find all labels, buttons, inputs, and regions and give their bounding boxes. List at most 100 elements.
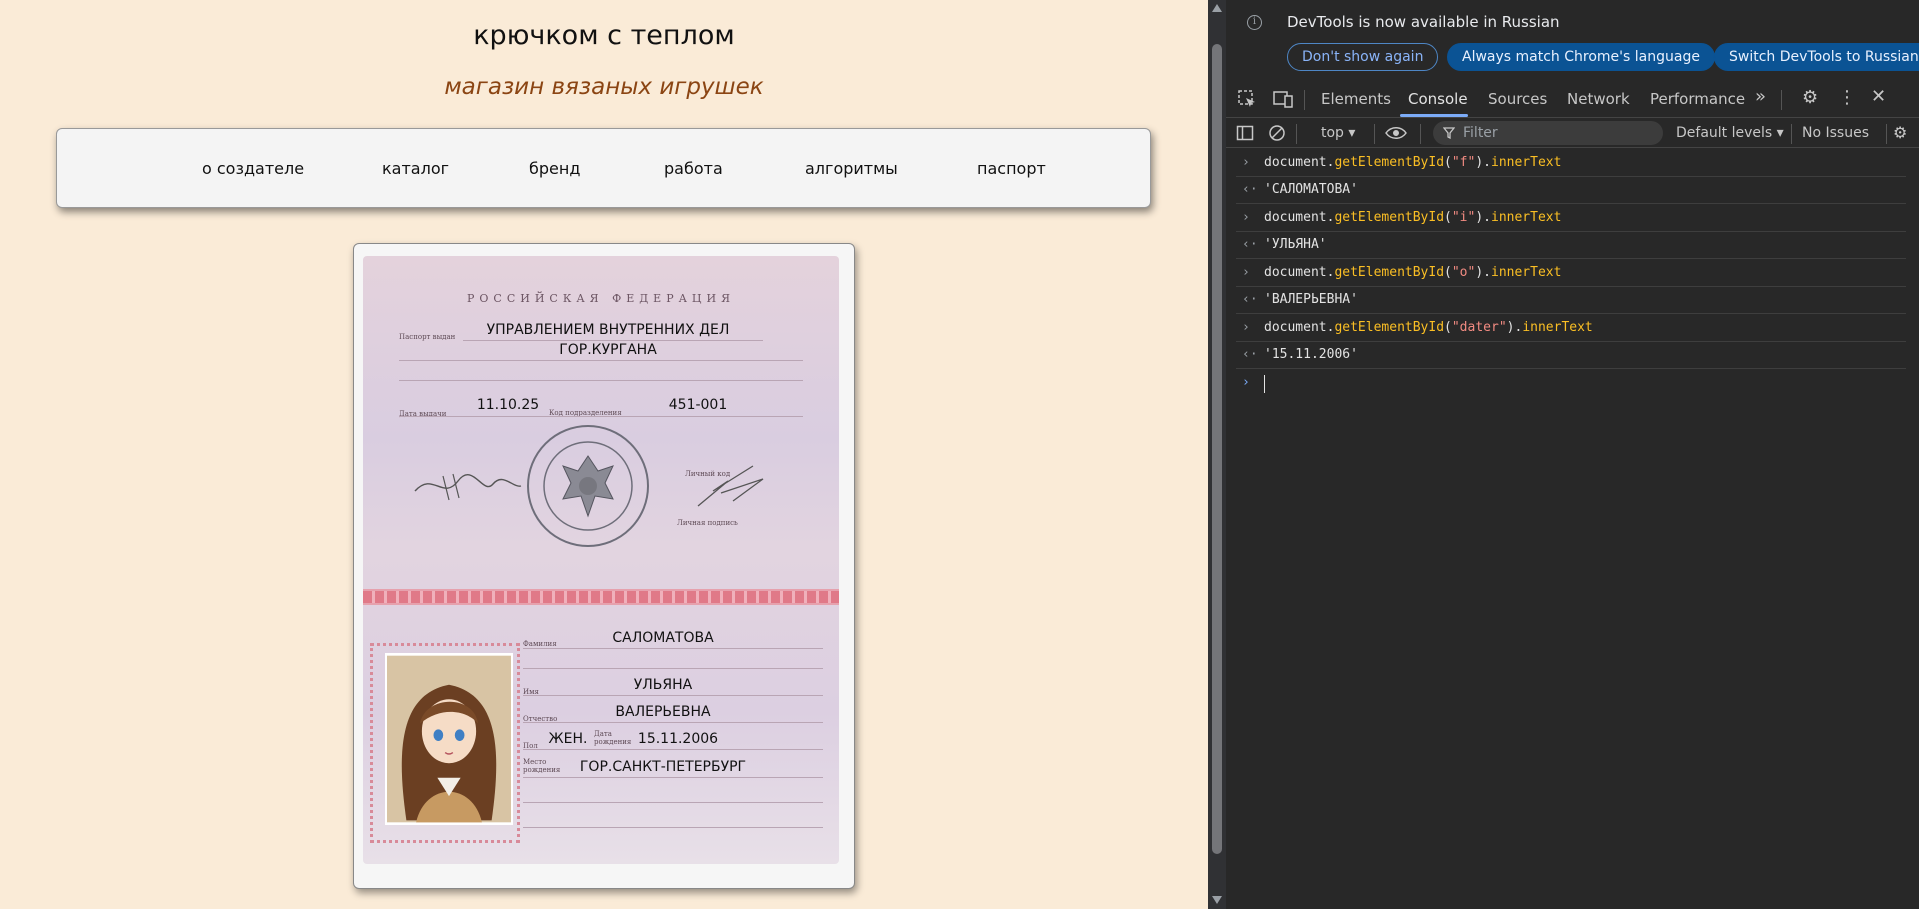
device-toolbar-icon[interactable]: [1272, 88, 1294, 110]
tab-network[interactable]: Network: [1567, 90, 1630, 108]
inspect-element-icon[interactable]: [1236, 88, 1258, 110]
passport-line: [523, 648, 823, 649]
passport-line: [523, 777, 823, 778]
surname-label: Фамилия: [523, 640, 557, 648]
sidebar-toggle-icon[interactable]: [1236, 124, 1254, 142]
console-input-row: › document.getElementById("i").innerText: [1236, 205, 1906, 232]
active-tab-indicator: [1400, 114, 1468, 117]
code-argument: "i": [1451, 210, 1476, 225]
clear-console-icon[interactable]: [1268, 124, 1286, 142]
close-devtools-icon[interactable]: ✕: [1871, 86, 1886, 107]
name-value: УЛЬЯНА: [633, 677, 693, 693]
issues-counter[interactable]: No Issues: [1802, 125, 1869, 141]
nav-item-about-creator[interactable]: о создателе: [202, 159, 304, 178]
scroll-up-arrow-icon[interactable]: [1212, 4, 1222, 12]
patronymic-value: ВАЛЕРЬЕВНА: [615, 704, 711, 720]
console-settings-icon[interactable]: ⚙: [1893, 123, 1907, 142]
tab-console[interactable]: Console: [1408, 90, 1468, 108]
passport-line: [463, 340, 763, 341]
code-property: innerText: [1491, 210, 1562, 225]
code-object: document: [1264, 320, 1327, 335]
devtools-panel: i DevTools is now available in Russian D…: [1226, 0, 1919, 909]
console-output-row: ‹· 'УЛЬЯНА': [1236, 232, 1906, 259]
nav-item-brand[interactable]: бренд: [529, 159, 580, 178]
site-subtitle: магазин вязаных игрушек: [444, 74, 764, 100]
nav-item-catalog[interactable]: каталог: [382, 159, 449, 178]
code-property: innerText: [1491, 265, 1562, 280]
passport-line: [523, 668, 823, 669]
output-arrow-icon: ‹·: [1242, 182, 1258, 197]
console-result-value: '15.11.2006': [1264, 347, 1358, 362]
console-result-value: 'САЛОМАТОВА': [1264, 182, 1358, 197]
issuer-signature: [414, 473, 522, 501]
always-match-language-button[interactable]: Always match Chrome's language: [1447, 43, 1715, 71]
live-expression-eye-icon[interactable]: [1384, 125, 1408, 141]
code-argument: "o": [1451, 265, 1476, 280]
division-code-value: 451-001: [668, 397, 728, 413]
console-output-row: ‹· '15.11.2006': [1236, 342, 1906, 369]
nav-item-passport[interactable]: паспорт: [977, 159, 1046, 178]
toolbar-separator: [1791, 124, 1792, 144]
tab-sources[interactable]: Sources: [1488, 90, 1547, 108]
personal-signature-label: Личная подпись: [677, 519, 738, 527]
language-notice-text: DevTools is now available in Russian: [1287, 13, 1560, 31]
log-levels-dropdown[interactable]: Default levels ▾: [1676, 125, 1784, 141]
more-options-icon[interactable]: ⋮: [1838, 87, 1856, 108]
passport-federation-header: РОССИЙСКАЯ ФЕДЕРАЦИЯ: [466, 292, 735, 305]
settings-gear-icon[interactable]: ⚙: [1802, 87, 1818, 108]
nav-item-work[interactable]: работа: [664, 159, 723, 178]
devtools-tabbar: Elements Console Sources Network Perform…: [1226, 80, 1919, 118]
tab-performance[interactable]: Performance: [1650, 90, 1745, 108]
console-filter-input[interactable]: Filter: [1433, 121, 1663, 145]
code-object: document: [1264, 210, 1327, 225]
toolbar-separator: [1781, 90, 1782, 110]
scrollbar-thumb[interactable]: [1212, 44, 1222, 854]
code-method: getElementById: [1334, 320, 1445, 335]
code-method: getElementById: [1334, 265, 1445, 280]
switch-devtools-language-button[interactable]: Switch DevTools to Russian: [1714, 43, 1919, 71]
prompt-chevron-icon: ›: [1242, 375, 1250, 390]
input-chevron-icon: ›: [1242, 265, 1250, 280]
holder-signature: [697, 465, 764, 507]
issued-by-line1: УПРАВЛЕНИЕМ ВНУТРЕННИХ ДЕЛ: [486, 322, 730, 338]
passport-line: [399, 416, 803, 417]
birth-date-label: Дата рождения: [594, 730, 632, 746]
output-arrow-icon: ‹·: [1242, 237, 1258, 252]
issued-by-line2: ГОР.КУРГАНА: [559, 342, 657, 358]
console-output-row: ‹· 'ВАЛЕРЬЕВНА': [1236, 287, 1906, 314]
nav-item-algorithms[interactable]: алгоритмы: [805, 159, 898, 178]
birth-date-value: 15.11.2006: [637, 731, 719, 747]
site-title: крючком с теплом: [473, 20, 735, 51]
console-output-row: ‹· 'САЛОМАТОВА': [1236, 177, 1906, 204]
toolbar-separator: [1886, 124, 1887, 144]
dont-show-again-button[interactable]: Don't show again: [1287, 43, 1439, 71]
filter-placeholder: Filter: [1463, 125, 1498, 141]
coat-of-arms-stamp: [527, 425, 649, 547]
toolbar-separator: [1304, 90, 1305, 110]
code-property: innerText: [1522, 320, 1593, 335]
output-arrow-icon: ‹·: [1242, 347, 1258, 362]
main-navbar: о создателе каталог бренд работа алгорит…: [56, 128, 1151, 208]
console-toolbar: top ▾ Filter Default levels ▾ No Issues …: [1226, 118, 1919, 148]
passport-line: [399, 360, 803, 361]
toolbar-separator: [1420, 124, 1421, 144]
text-cursor: [1264, 375, 1265, 393]
console-result-value: 'УЛЬЯНА': [1264, 237, 1327, 252]
code-method: getElementById: [1334, 210, 1445, 225]
passport-line: [523, 695, 823, 696]
tab-elements[interactable]: Elements: [1321, 90, 1391, 108]
passport-line: [399, 380, 803, 381]
code-object: document: [1264, 155, 1327, 170]
console-input-row: › document.getElementById("o").innerText: [1236, 260, 1906, 287]
page-scrollbar[interactable]: [1208, 0, 1226, 909]
toolbar-separator: [1374, 124, 1375, 144]
input-chevron-icon: ›: [1242, 320, 1250, 335]
scroll-down-arrow-icon[interactable]: [1212, 896, 1222, 904]
more-tabs-icon[interactable]: »: [1755, 86, 1766, 107]
context-selector-label: top: [1321, 125, 1344, 141]
birth-place-label: Место рождения: [523, 758, 561, 774]
console-input-row: › document.getElementById("dater").inner…: [1236, 315, 1906, 342]
passport-line: [523, 827, 823, 828]
context-selector[interactable]: top ▾: [1321, 125, 1355, 141]
console-prompt-row[interactable]: ›: [1236, 370, 1906, 397]
